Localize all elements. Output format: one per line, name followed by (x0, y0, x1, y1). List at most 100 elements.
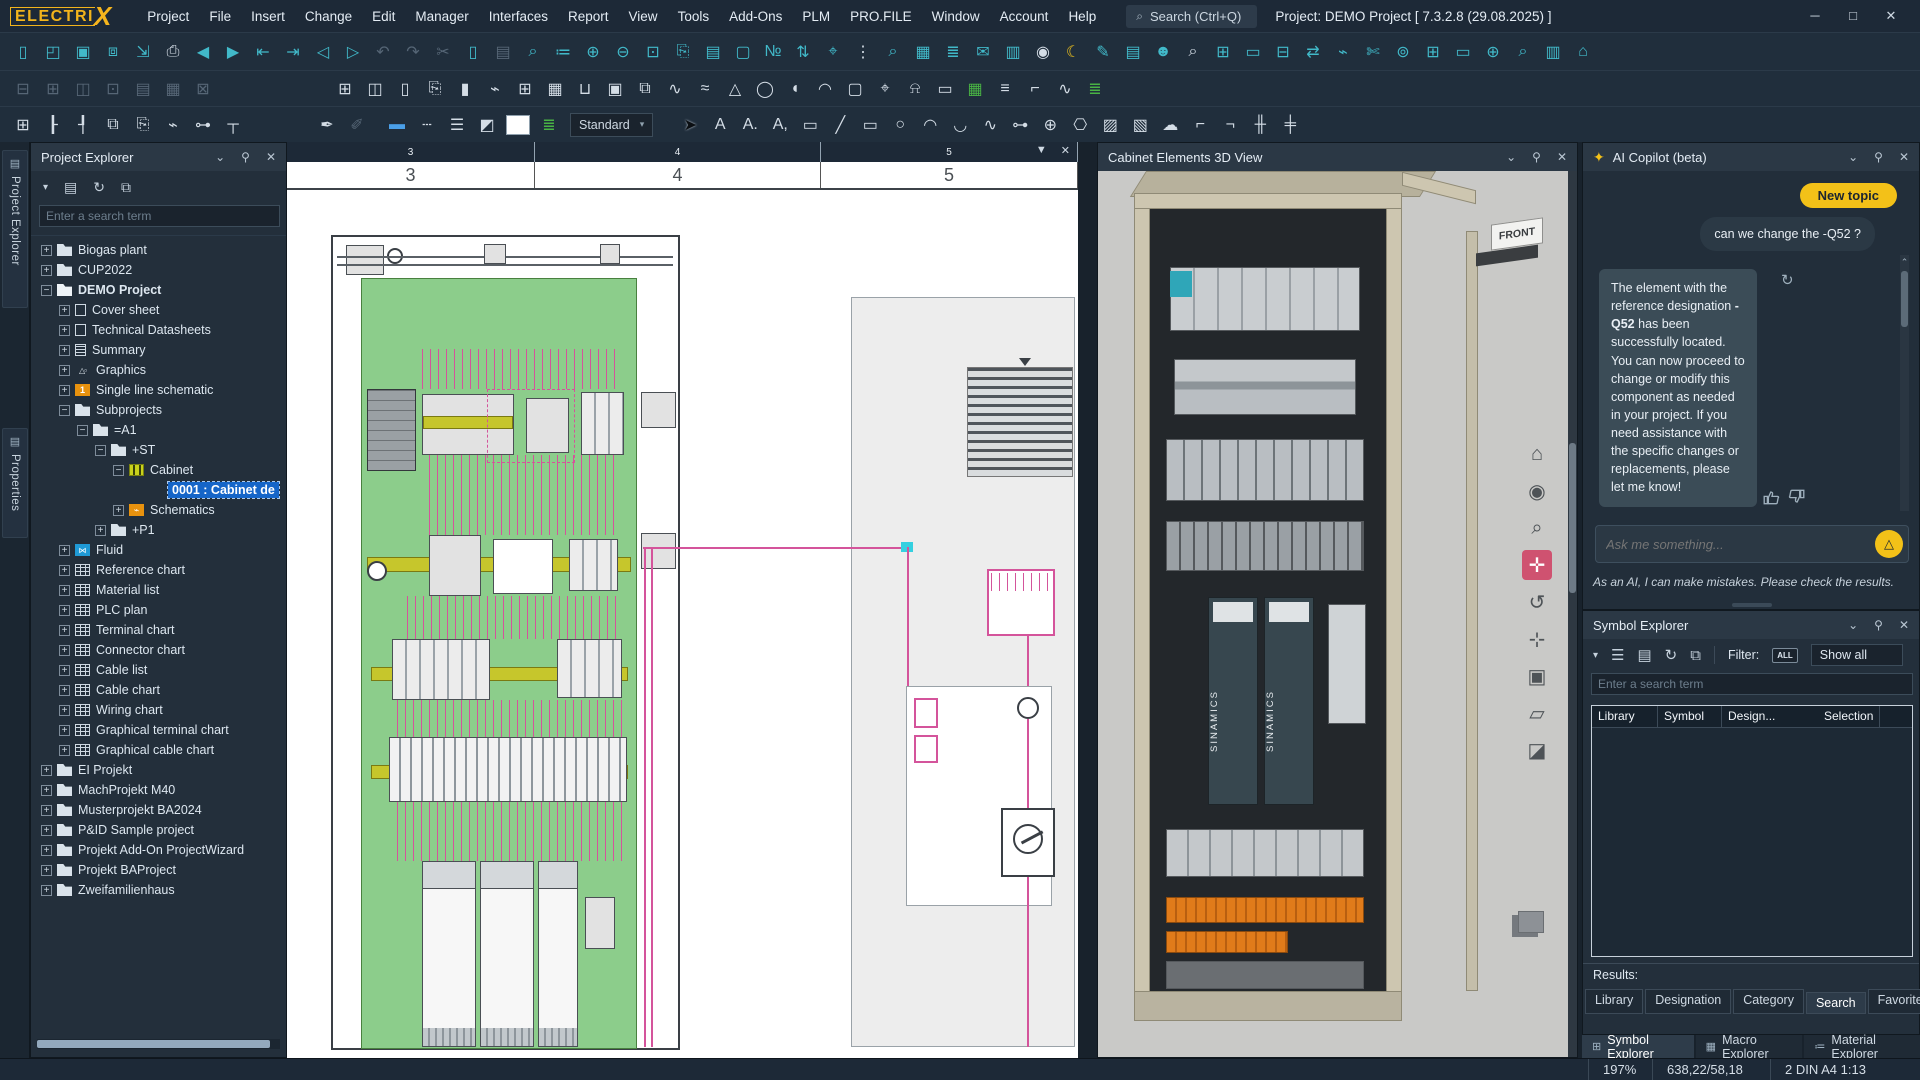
drive-unit[interactable] (422, 861, 476, 1047)
polyline-points[interactable]: ⊶ (1005, 111, 1035, 139)
wire-check[interactable]: ⌁ (158, 111, 188, 139)
user-account[interactable]: ☻ (1148, 38, 1178, 66)
menu-item[interactable]: Add-Ons (719, 4, 792, 29)
pin-icon[interactable]: ⚲ (1532, 150, 1541, 164)
tree-expander-icon[interactable] (41, 825, 52, 836)
split-window[interactable]: ◫ (68, 75, 98, 103)
pin-tool[interactable]: ⌖ (870, 75, 900, 103)
table-column-header[interactable]: Design... (1722, 706, 1818, 727)
tree-item[interactable]: Zweifamilienhaus (31, 880, 286, 900)
tree-item[interactable]: MachProjekt M40 (31, 780, 286, 800)
tree-item[interactable]: Technical Datasheets (31, 320, 286, 340)
tree-item[interactable]: CUP2022 (31, 260, 286, 280)
tree-item[interactable]: =A1 (31, 420, 286, 440)
edit-page[interactable]: ✎ (1088, 38, 1118, 66)
tree-expander-icon[interactable] (59, 365, 70, 376)
save-view[interactable]: ▣ (1522, 661, 1552, 691)
tile-windows[interactable]: ▤ (128, 75, 158, 103)
sinamics-drive[interactable]: SINAMICS (1264, 597, 1314, 805)
top-assembly-box[interactable] (484, 244, 506, 264)
circle-tool-2[interactable]: ○ (885, 111, 915, 139)
mail[interactable]: ✉ (968, 38, 998, 66)
tree-item[interactable]: DEMO Project (31, 280, 286, 300)
tree-item[interactable]: Cable list (31, 660, 286, 680)
tree-expander-icon[interactable] (41, 865, 52, 876)
arch-tool[interactable]: ◠ (810, 75, 840, 103)
rotate-tool[interactable]: ↺ (1522, 587, 1552, 617)
tree-expander-icon[interactable] (59, 305, 70, 316)
paste[interactable]: ▤ (488, 38, 518, 66)
tree-expander-icon[interactable] (59, 625, 70, 636)
cabinet-interior[interactable]: SINAMICS SINAMICS (1150, 209, 1386, 991)
breaker-row[interactable] (1166, 521, 1364, 571)
wire[interactable] (907, 547, 909, 686)
zoom-tool[interactable]: ⌕ (1522, 513, 1552, 543)
send-button[interactable]: △ (1875, 530, 1903, 558)
tree-expander-icon[interactable] (59, 645, 70, 656)
thumbs-up-icon[interactable] (1763, 489, 1780, 505)
cross-reference[interactable]: ⇅ (788, 38, 818, 66)
refresh-icon[interactable]: ↻ (1665, 646, 1678, 664)
polygon-tool[interactable]: ⎔ (1065, 111, 1095, 139)
circle-tool[interactable]: ◯ (750, 75, 780, 103)
wire[interactable] (1027, 719, 1029, 808)
tree-item[interactable]: Cable chart (31, 680, 286, 700)
zoom-out[interactable]: ⊖ (608, 38, 638, 66)
tree-expander-icon[interactable] (41, 265, 52, 276)
filter-sliders-icon[interactable]: ☰ (1611, 646, 1624, 664)
scrollbar-thumb[interactable] (1569, 443, 1576, 593)
relay-device[interactable] (493, 539, 553, 594)
table-column-header[interactable]: Symbol (1658, 706, 1722, 727)
list-view-icon[interactable]: ▤ (1637, 646, 1651, 664)
material-db[interactable]: ≣ (938, 38, 968, 66)
first-page[interactable]: ⇤ (248, 38, 278, 66)
global-search[interactable]: ⌕ Search (Ctrl+Q) (1126, 5, 1257, 28)
tree-expander-icon[interactable] (95, 445, 106, 456)
arc-tool[interactable]: ◠ (915, 111, 945, 139)
clip-plane[interactable]: ▱ (1522, 698, 1552, 728)
polyline-tool[interactable]: ∿ (660, 75, 690, 103)
tree-expander-icon[interactable] (41, 885, 52, 896)
menu-item[interactable]: Window (922, 4, 990, 29)
page-portrait[interactable]: ▮ (450, 75, 480, 103)
tree-expander-icon[interactable] (113, 505, 124, 516)
schematic-drawing[interactable] (287, 190, 1078, 1058)
text-tool-dot[interactable]: A. (735, 111, 765, 139)
tab[interactable]: Designation (1645, 989, 1731, 1014)
collapse-icon[interactable]: ⌄ (1848, 150, 1858, 164)
copy-pages-icon[interactable]: ⧉ (1690, 647, 1701, 664)
place-part[interactable]: ⊞ (330, 75, 360, 103)
tree-expander-icon[interactable] (59, 385, 70, 396)
table-column-header[interactable]: Library (1592, 706, 1658, 727)
pin-icon[interactable]: ⚲ (241, 150, 250, 164)
copy[interactable]: ▯ (458, 38, 488, 66)
tab[interactable]: Library (1585, 989, 1643, 1014)
tree-expander-icon[interactable] (59, 345, 70, 356)
wire[interactable] (651, 548, 653, 1047)
small-device-symbol[interactable] (914, 698, 938, 728)
tree-expander-icon[interactable] (59, 585, 70, 596)
symbol-copy-check[interactable]: ⧉ (98, 111, 128, 139)
prev-page[interactable]: ◁ (308, 38, 338, 66)
contactor-row[interactable] (1166, 439, 1364, 501)
minimize-button[interactable]: ─ (1796, 0, 1834, 32)
filter-all-badge[interactable]: ALL (1772, 648, 1798, 663)
rail-tool-2[interactable]: ╪ (1275, 111, 1305, 139)
tree-item[interactable]: Connector chart (31, 640, 286, 660)
side-duct-box[interactable] (641, 533, 676, 569)
ellipse-axes[interactable]: ⊕ (1035, 111, 1065, 139)
orange-terminal-strip[interactable] (1166, 931, 1288, 953)
open-project[interactable]: ◰ (38, 38, 68, 66)
filter-icon[interactable]: ▼ (1036, 144, 1047, 157)
thumbs-down-icon[interactable] (1788, 489, 1805, 505)
help-search[interactable]: ⌕ (1508, 38, 1538, 66)
refresh-icon[interactable]: ↻ (93, 179, 105, 196)
line-thick[interactable]: ▬ (382, 111, 412, 139)
select-cursor[interactable]: ➤ (675, 111, 705, 139)
symbol-search-input[interactable] (1591, 673, 1913, 695)
viewport-3d[interactable]: SINAMICS SINAMICS FRONT ⌂◉⌕✛↺⊹▣▱◪ (1098, 171, 1577, 1057)
pen-tool[interactable]: ✒ (312, 111, 342, 139)
layers-icon[interactable]: ≣ (534, 111, 564, 139)
line-styles-menu[interactable]: ☰ (442, 111, 472, 139)
close-window[interactable]: ⊠ (188, 75, 218, 103)
